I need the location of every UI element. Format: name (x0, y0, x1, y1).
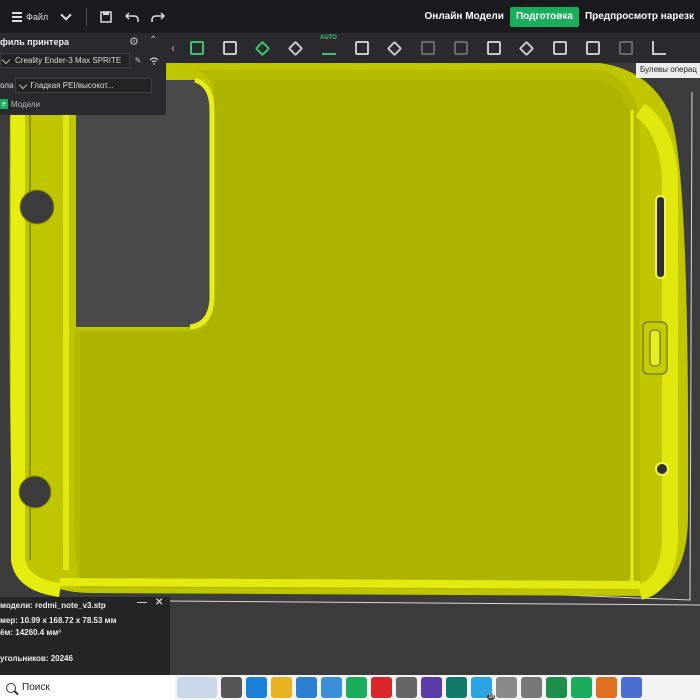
telegram-icon[interactable]: 18 (471, 677, 495, 700)
kaspersky-icon[interactable] (346, 677, 367, 698)
chevron-down-icon (19, 80, 28, 89)
model-triangles: угольников: 20246 (0, 654, 73, 663)
explorer-icon[interactable] (271, 677, 292, 698)
app2-icon[interactable] (496, 677, 517, 698)
erase-icon[interactable] (378, 33, 411, 63)
taskbar: Поиск 18 (0, 675, 700, 700)
search-label: Поиск (22, 682, 50, 693)
tooltip: Булевы операц (636, 63, 700, 78)
boolean-icon[interactable] (609, 33, 642, 63)
plate-label: ола (0, 80, 14, 90)
cut-icon[interactable] (576, 33, 609, 63)
file-menu-button[interactable]: Файл (0, 0, 54, 33)
add-plate-icon[interactable] (213, 33, 246, 63)
wps-icon[interactable] (371, 677, 392, 698)
measure-icon[interactable] (642, 33, 675, 63)
tab-online-models[interactable]: Онлайн Модели (419, 7, 510, 27)
save-icon[interactable] (93, 4, 119, 30)
hollow-icon[interactable] (543, 33, 576, 63)
chevron-up-icon[interactable]: ⌃ (149, 35, 157, 46)
model-size: мер: 10.99 x 168.72 x 78.53 мм (0, 616, 117, 625)
notification-badge: 18 (487, 694, 495, 700)
object-toolbar: ‹ AUTO (166, 33, 700, 63)
close-icon[interactable]: ✕ (155, 597, 163, 608)
collapse-panel-button[interactable]: ‹ (166, 43, 180, 54)
slicer-icon[interactable] (571, 677, 592, 698)
edge-icon[interactable] (246, 677, 267, 698)
add-cube-icon[interactable] (180, 33, 213, 63)
plate-type-select[interactable]: Гладкая PEI/высокот... (15, 77, 153, 93)
arrange-icon[interactable] (279, 33, 312, 63)
mail-icon[interactable] (321, 677, 342, 698)
search-icon (6, 682, 16, 693)
model-volume: ём: 14260.4 мм³ (0, 628, 61, 637)
app5-icon[interactable] (621, 677, 642, 698)
models-badge: е (0, 99, 8, 109)
edit-icon[interactable]: ✎ (130, 53, 146, 68)
scale-icon[interactable] (477, 33, 510, 63)
task-view-icon[interactable] (221, 677, 242, 698)
3d-viewport[interactable] (0, 63, 700, 675)
tab-slice-preview[interactable]: Предпросмотр нарезк (579, 7, 700, 27)
chevron-down-icon (1, 55, 11, 65)
printer-panel: филь принтера ⚙ ⌃ Creality Ender-3 Max S… (0, 33, 166, 115)
model-info-panel: — ✕ модели: redmi_note_v3.stp мер: 10.99… (0, 597, 170, 675)
minimize-icon[interactable]: — (137, 597, 147, 608)
taskbar-search[interactable]: Поиск (0, 675, 175, 700)
title-bar: Файл Онлайн Модели Подготовка Предпросмо… (0, 0, 700, 33)
plate-type-value: Гладкая PEI/высокот... (30, 80, 114, 90)
auto-arrange-icon[interactable]: AUTO (312, 33, 345, 63)
phone-case-model[interactable] (0, 63, 700, 675)
models-tab[interactable]: е Модели (0, 99, 40, 109)
cube-icon[interactable] (510, 33, 543, 63)
split-plate-icon[interactable] (345, 33, 378, 63)
printer-select[interactable]: Creality Ender-3 Max SPRITE (0, 53, 130, 68)
divider (86, 7, 88, 26)
sheets-icon[interactable] (546, 677, 567, 698)
models-label: Модели (11, 99, 41, 109)
redo-icon[interactable] (145, 4, 171, 30)
orient-icon[interactable] (246, 33, 279, 63)
grid2-icon[interactable] (444, 33, 477, 63)
wifi-icon[interactable] (146, 53, 162, 68)
model-name: модели: redmi_note_v3.stp (0, 601, 106, 610)
tab-prepare[interactable]: Подготовка (509, 6, 579, 27)
hamburger-icon (12, 11, 22, 22)
grid-icon[interactable] (411, 33, 444, 63)
chevron-down-icon[interactable] (60, 8, 72, 21)
gear-icon[interactable]: ⚙ (129, 35, 139, 48)
app-icon[interactable] (396, 677, 417, 698)
undo-icon[interactable] (119, 4, 145, 30)
save-app-icon[interactable] (421, 677, 442, 698)
widget-icon[interactable] (177, 677, 217, 698)
printer-panel-title: филь принтера (0, 37, 69, 47)
app4-icon[interactable] (596, 677, 617, 698)
app3-icon[interactable] (521, 677, 542, 698)
terminal-icon[interactable] (446, 677, 467, 698)
store-icon[interactable] (296, 677, 317, 698)
printer-name: Creality Ender-3 Max SPRITE (15, 56, 122, 65)
auto-label: AUTO (320, 35, 337, 41)
file-menu-label: Файл (26, 11, 49, 22)
